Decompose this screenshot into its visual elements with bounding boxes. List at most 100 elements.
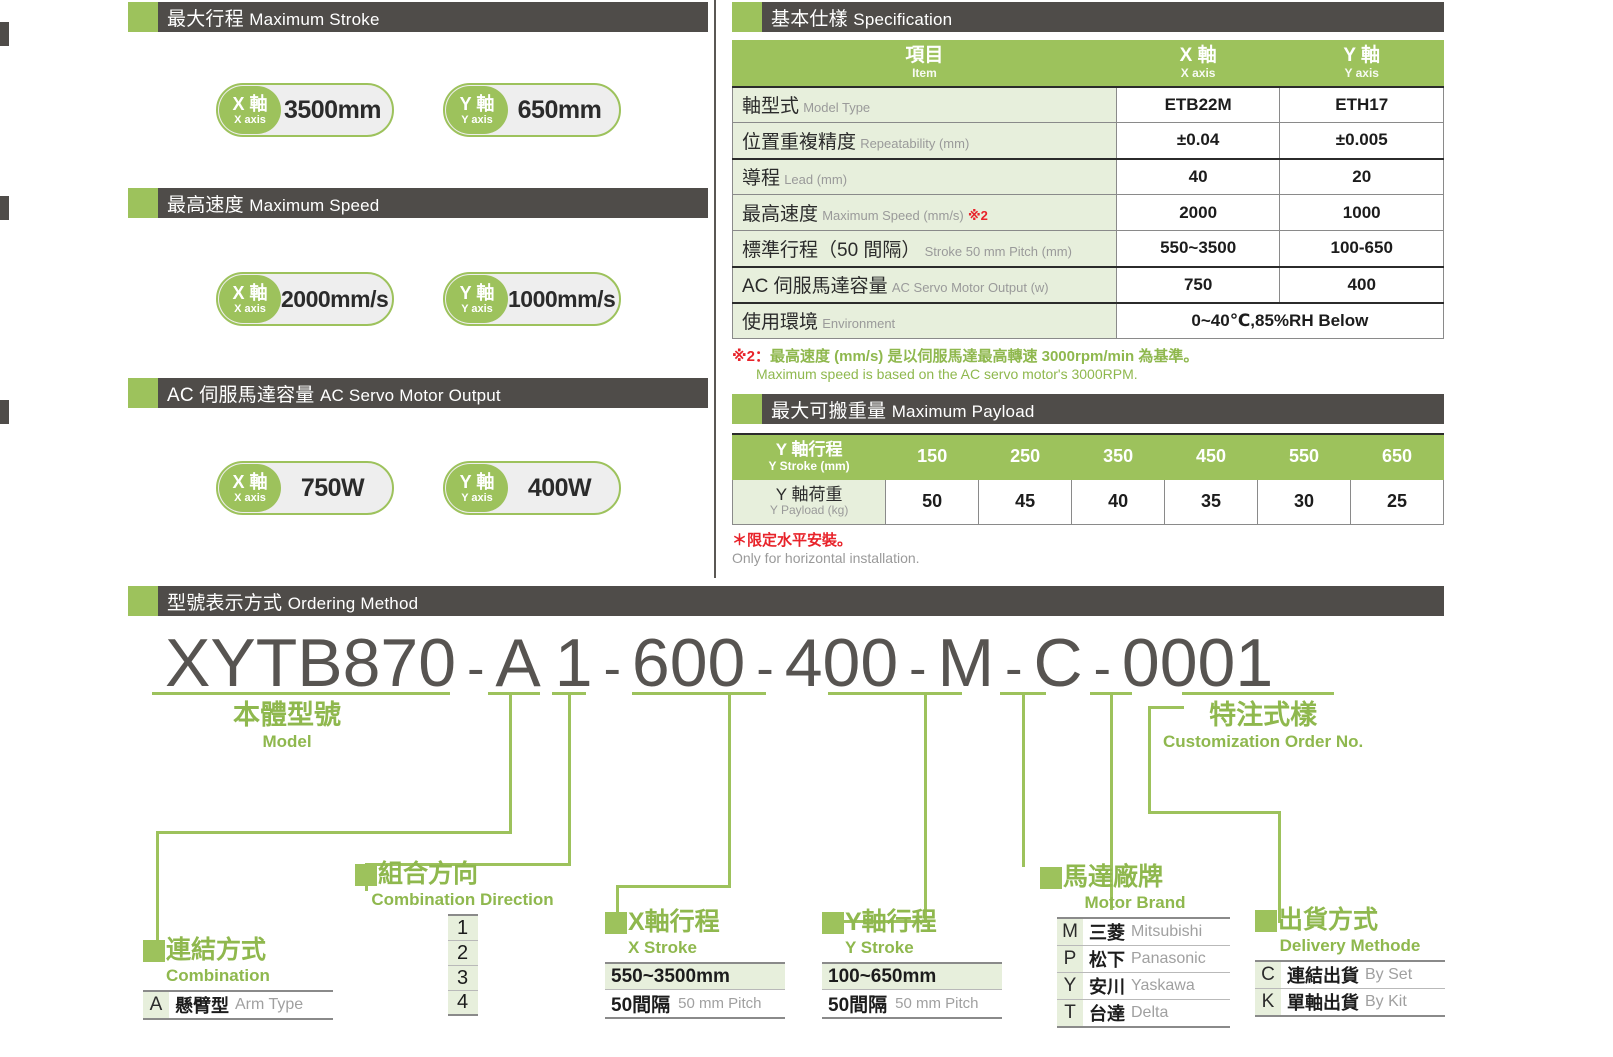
table-row: 導程 Lead (mm) 40 20 — [732, 157, 1444, 195]
section-title-en: Maximum Payload — [891, 401, 1035, 421]
datasheet-page: 最大行程 Maximum Stroke X 軸 X axis 3500mm Y … — [0, 0, 1613, 1057]
spec-col-y-axis: Y 軸 Y axis — [1279, 40, 1444, 88]
connector-custom-h0 — [1148, 706, 1184, 709]
axis-label-y: Y 軸 Y axis — [446, 275, 508, 323]
legend-title-row: 馬達廠牌 — [1040, 865, 1230, 890]
spec-item: 軸型式 Model Type — [732, 86, 1117, 123]
option-text: 單軸出貨 By Kit — [1281, 989, 1414, 1015]
option-key: M — [1057, 919, 1083, 945]
item-en: Repeatability (mm) — [860, 135, 970, 151]
badge-value: 3500mm — [283, 95, 382, 124]
underline-custom — [1182, 692, 1334, 695]
axis-cn: Y 軸 — [459, 282, 495, 303]
accent-block — [128, 188, 158, 218]
legend-title-en: Model — [262, 732, 312, 751]
legend-combination: 連結方式 Combination A 懸臂型 Arm Type — [143, 938, 333, 1020]
section-title-cn: AC 伺服馬達容量 — [167, 384, 315, 406]
item-cn: 導程 — [742, 168, 781, 190]
payload-value: 40 — [1071, 478, 1166, 525]
underline-body — [152, 692, 450, 695]
accent-block — [128, 2, 158, 32]
list-item[interactable]: Y 安川 Yaskawa — [1057, 973, 1230, 1000]
bullet-square-icon — [1040, 866, 1062, 889]
payload-stroke-value: 350 — [1071, 433, 1166, 480]
legend-title-en: Motor Brand — [1084, 893, 1186, 912]
axis-en: Y axis — [461, 491, 493, 504]
legend-title-cn: 出貨方式 — [1278, 906, 1379, 934]
payload-stroke-value: 650 — [1349, 433, 1445, 480]
payload-table: Y 軸行程 Y Stroke (mm) 150 250 350 450 550 … — [731, 433, 1445, 525]
item-en: Model Type — [803, 100, 871, 116]
col-header-en: Y axis — [1344, 66, 1379, 81]
payload-header-row: Y 軸行程 Y Stroke (mm) 150 250 350 450 550 … — [731, 433, 1445, 480]
section-title-cn: 型號表示方式 — [167, 592, 283, 614]
spec-value-span: 0~40℃,85%RH Below — [1115, 301, 1445, 339]
underline-y-stroke — [828, 692, 962, 695]
list-item[interactable]: 100~650mm — [822, 964, 1002, 990]
axis-en: X axis — [234, 491, 266, 504]
table-row: 軸型式 Model Type ETB22M ETH17 — [732, 86, 1444, 123]
list-item[interactable]: M 三菱 Mitsubishi — [1057, 919, 1230, 946]
spec-value-y: ±0.005 — [1279, 122, 1444, 159]
badge-stroke-y: Y 軸 Y axis 650mm — [443, 83, 621, 137]
axis-cn: X 軸 — [232, 93, 268, 114]
section-title-payload: 最大可搬重量 Maximum Payload — [762, 396, 1035, 423]
section-title-cn: 基本仕樣 — [771, 8, 848, 30]
section-title-cn: 最大可搬重量 — [771, 400, 887, 422]
connector-motor-v — [1022, 692, 1025, 867]
item-en: Lead (mm) — [784, 172, 848, 188]
axis-en: X axis — [234, 302, 266, 315]
list-item[interactable]: 50間隔 50 mm Pitch — [605, 990, 785, 1019]
payload-stroke-value: 250 — [978, 433, 1073, 480]
legend-x-stroke: X軸行程 X Stroke 550~3500mm 50間隔 50 mm Pitc… — [605, 910, 785, 1019]
list-item[interactable]: 2 — [447, 941, 478, 966]
section-title-en: Maximum Stroke — [249, 9, 380, 29]
option-cn: 50間隔 — [611, 995, 671, 1016]
payload-stroke-value: 550 — [1257, 433, 1351, 480]
legend-title-cn: Y軸行程 — [845, 908, 937, 936]
spec-col-x-axis: X 軸 X axis — [1115, 40, 1281, 88]
list-item[interactable]: K 單軸出貨 By Kit — [1255, 989, 1445, 1017]
list-item[interactable]: 50間隔 50 mm Pitch — [822, 990, 1002, 1019]
bullet-square-icon — [822, 911, 844, 934]
option-key: K — [1255, 989, 1281, 1015]
edge-tick-mid — [0, 196, 9, 220]
list-item[interactable]: 4 — [447, 991, 478, 1016]
option-key: Y — [1057, 973, 1083, 999]
section-title-ordering: 型號表示方式 Ordering Method — [158, 588, 418, 615]
list-item[interactable]: 1 — [447, 916, 478, 941]
spec-col-item: 項目 Item — [732, 40, 1117, 88]
section-title-cn: 最大行程 — [167, 8, 244, 30]
legend-y-stroke: Y軸行程 Y Stroke 100~650mm 50間隔 50 mm Pitch — [822, 910, 1002, 1019]
option-en: 50 mm Pitch — [895, 995, 979, 1012]
bullet-square-icon — [605, 911, 627, 934]
list-item[interactable]: 550~3500mm — [605, 964, 785, 990]
legend-title-en: X Stroke — [628, 938, 697, 957]
axis-en: Y axis — [461, 113, 493, 126]
model-number-string: XYTB870 - A 1 - 600 - 400 - M - C - 0001 — [165, 624, 1273, 702]
model-dash: - — [909, 640, 927, 698]
list-item[interactable]: 3 — [447, 966, 478, 991]
model-segment-custom: 0001 — [1121, 625, 1274, 701]
spec-footnote: ※2：最高速度 (mm/s) 是以伺服馬達最高轉速 3000rpm/min 為基… — [732, 348, 1198, 382]
row-label-cn: Y 軸荷重 — [775, 484, 843, 504]
table-row: 位置重複精度 Repeatability (mm) ±0.04 ±0.005 — [732, 122, 1444, 159]
legend-title-en: Customization Order No. — [1163, 732, 1364, 751]
connector-x-stroke-v1 — [728, 692, 731, 885]
payload-row-label-load: Y 軸荷重 Y Payload (kg) — [731, 478, 887, 525]
option-en: By Kit — [1365, 993, 1407, 1010]
legend-title-en: Delivery Methode — [1279, 936, 1421, 955]
accent-block — [732, 394, 762, 424]
model-segment-y-stroke: 400 — [784, 625, 899, 701]
item-cn: 位置重複精度 — [742, 131, 857, 153]
list-item[interactable]: T 台達 Delta — [1057, 1000, 1230, 1028]
legend-title-cn: 馬達廠牌 — [1063, 863, 1164, 891]
legend-title-cn: 本體型號 — [233, 700, 341, 730]
connector-custom-v1 — [1148, 706, 1151, 811]
model-dash: - — [1005, 640, 1023, 698]
list-item[interactable]: A 懸臂型 Arm Type — [143, 992, 333, 1020]
row-label-cn: Y 軸行程 — [775, 439, 843, 459]
spec-item: 使用環境 Environment — [732, 301, 1117, 339]
list-item[interactable]: C 連結出貨 By Set — [1255, 962, 1445, 989]
list-item[interactable]: P 松下 Panasonic — [1057, 946, 1230, 973]
